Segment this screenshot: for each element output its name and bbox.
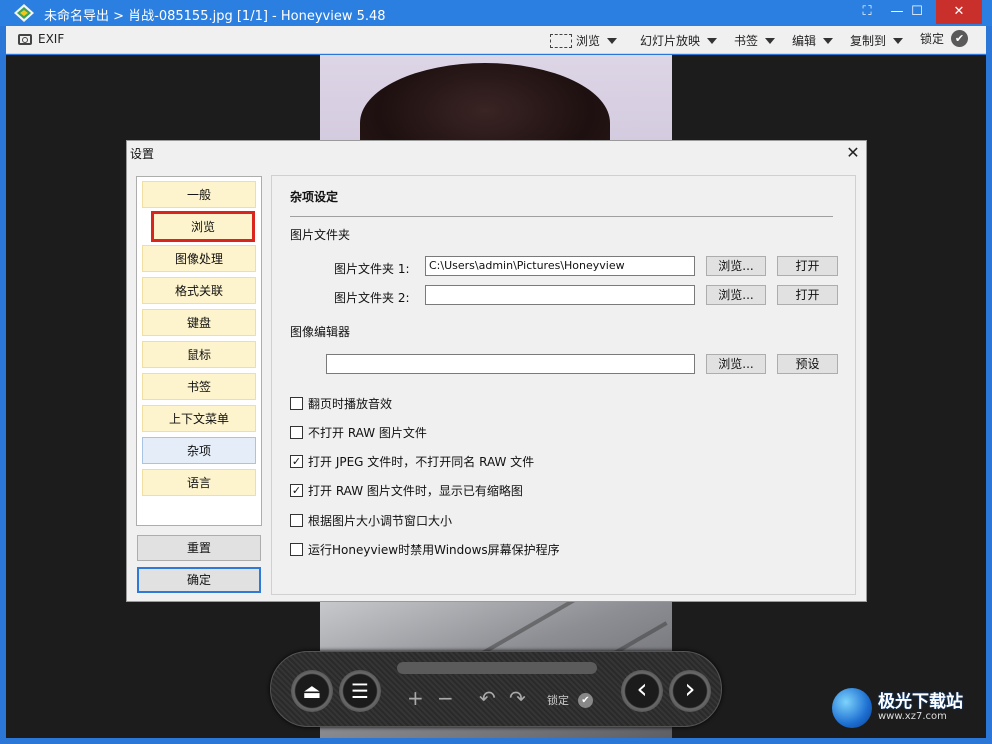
folders-group-label: 图片文件夹 [290, 228, 351, 242]
nav-misc[interactable]: 杂项 [142, 437, 256, 464]
rotate-left-icon[interactable]: ↶ [479, 688, 496, 708]
checkbox[interactable] [290, 397, 303, 410]
edit-menu[interactable]: 编辑 [792, 32, 834, 49]
nav-context-menu[interactable]: 上下文菜单 [142, 405, 256, 432]
nav-mouse[interactable]: 鼠标 [142, 341, 256, 368]
control-lock-label: 锁定 [547, 694, 569, 707]
checkbox[interactable] [290, 426, 303, 439]
nav-language[interactable]: 语言 [142, 469, 256, 496]
settings-nav: 一般 浏览 图像处理 格式关联 键盘 鼠标 书签 上下文菜单 杂项 语言 [136, 176, 262, 526]
control-lock-toggle[interactable]: 锁定 ✔ [547, 692, 593, 708]
chevron-down-icon [765, 37, 776, 44]
maximize-button[interactable]: ☐ [900, 0, 934, 24]
slideshow-menu-label: 幻灯片放映 [640, 34, 701, 48]
lock-toggle[interactable]: 锁定 ✔ [920, 30, 969, 47]
dialog-close-button[interactable]: ✕ [843, 143, 863, 163]
option-label: 运行Honeyview时禁用Windows屏幕保护程序 [308, 543, 560, 557]
folder1-label: 图片文件夹 1: [334, 262, 410, 276]
zoom-in-icon[interactable]: + [407, 688, 424, 708]
checkbox-checked[interactable]: ✓ [290, 484, 303, 497]
checkbox-checked[interactable]: ✓ [290, 455, 303, 468]
dialog-title: 设置 [130, 147, 155, 161]
exif-button[interactable]: EXIF [18, 32, 64, 46]
menu-icon[interactable]: ☰ [339, 670, 381, 712]
rotate-right-icon[interactable]: ↷ [509, 688, 526, 708]
chevron-down-icon [607, 37, 618, 44]
divider [290, 216, 833, 217]
fullscreen-button[interactable]: ⛶ [850, 0, 884, 24]
checkbox[interactable] [290, 514, 303, 527]
check-icon: ✔ [951, 30, 969, 47]
option-raw-thumbnail[interactable]: ✓ 打开 RAW 图片文件时，显示已有缩略图 [290, 482, 523, 499]
watermark-logo-icon [832, 688, 872, 728]
camera-icon [18, 33, 32, 45]
lock-label: 锁定 [920, 32, 945, 46]
watermark-url: www.xz7.com [878, 711, 947, 722]
nav-general[interactable]: 一般 [142, 181, 256, 208]
position-slider[interactable] [397, 662, 597, 674]
folder1-input[interactable]: C:\Users\admin\Pictures\Honeyview [425, 256, 695, 276]
ok-button[interactable]: 确定 [137, 567, 261, 593]
next-icon[interactable]: › [669, 670, 711, 712]
folder2-open-button[interactable]: 打开 [777, 285, 838, 305]
folder1-open-button[interactable]: 打开 [777, 256, 838, 276]
exif-label: EXIF [38, 32, 65, 46]
eject-icon[interactable]: ⏏ [291, 670, 333, 712]
nav-browse[interactable]: 浏览 [151, 211, 255, 242]
folder2-input[interactable] [425, 285, 695, 305]
nav-image-processing[interactable]: 图像处理 [142, 245, 256, 272]
editor-preset-button[interactable]: 预设 [777, 354, 838, 374]
folder2-label: 图片文件夹 2: [334, 291, 410, 305]
nav-bookmark[interactable]: 书签 [142, 373, 256, 400]
option-disable-screensaver[interactable]: 运行Honeyview时禁用Windows屏幕保护程序 [290, 541, 560, 558]
nav-keyboard[interactable]: 键盘 [142, 309, 256, 336]
option-label: 不打开 RAW 图片文件 [308, 426, 427, 440]
chevron-down-icon [707, 37, 718, 44]
settings-content: 杂项设定 图片文件夹 图片文件夹 1: C:\Users\admin\Pictu… [271, 175, 856, 595]
option-resize-window[interactable]: 根据图片大小调节窗口大小 [290, 512, 452, 529]
copy-to-menu-label: 复制到 [850, 34, 887, 48]
browse-icon [550, 33, 572, 48]
section-title: 杂项设定 [290, 190, 339, 204]
option-no-raw[interactable]: 不打开 RAW 图片文件 [290, 424, 427, 441]
edit-menu-label: 编辑 [792, 34, 817, 48]
browse-menu[interactable]: 浏览 [550, 32, 618, 49]
watermark: 极光下载站 www.xz7.com [832, 688, 963, 728]
chevron-down-icon [823, 37, 834, 44]
checkbox[interactable] [290, 543, 303, 556]
option-jpeg-skip-raw[interactable]: ✓ 打开 JPEG 文件时，不打开同名 RAW 文件 [290, 453, 534, 470]
option-label: 翻页时播放音效 [308, 397, 393, 411]
option-label: 根据图片大小调节窗口大小 [308, 514, 453, 528]
bookmark-menu[interactable]: 书签 [734, 32, 776, 49]
folder2-browse-button[interactable]: 浏览... [706, 285, 766, 305]
bookmark-menu-label: 书签 [734, 34, 759, 48]
editor-input[interactable] [326, 354, 695, 374]
editor-group-label: 图像编辑器 [290, 325, 351, 339]
toolbar: EXIF 浏览 幻灯片放映 书签 编辑 复制到 锁定 ✔ [6, 26, 986, 54]
title-bar: 未命名导出 > 肖战-085155.jpg [1/1] - Honeyview … [0, 0, 992, 26]
zoom-out-icon[interactable]: − [437, 688, 454, 708]
slideshow-menu[interactable]: 幻灯片放映 [640, 32, 718, 49]
photo-top-portion [320, 55, 672, 183]
browse-menu-label: 浏览 [576, 34, 601, 48]
honeyview-logo-icon [14, 4, 34, 22]
settings-dialog: 设置 ✕ 一般 浏览 图像处理 格式关联 键盘 鼠标 书签 上下文菜单 杂项 语… [126, 140, 867, 602]
control-bar: ⏏ ☰ + − ↶ ↷ 锁定 ✔ ‹ › [270, 651, 722, 727]
option-page-sound[interactable]: 翻页时播放音效 [290, 395, 392, 412]
close-button[interactable]: ✕ [936, 0, 982, 24]
reset-button[interactable]: 重置 [137, 535, 261, 561]
watermark-name: 极光下载站 [878, 692, 963, 712]
app-window: 未命名导出 > 肖战-085155.jpg [1/1] - Honeyview … [0, 0, 992, 744]
nav-file-association[interactable]: 格式关联 [142, 277, 256, 304]
previous-icon[interactable]: ‹ [621, 670, 663, 712]
option-label: 打开 RAW 图片文件时，显示已有缩略图 [308, 484, 523, 498]
check-icon: ✔ [578, 692, 593, 708]
option-label: 打开 JPEG 文件时，不打开同名 RAW 文件 [308, 455, 535, 469]
window-title: 未命名导出 > 肖战-085155.jpg [1/1] - Honeyview … [44, 9, 386, 24]
copy-to-menu[interactable]: 复制到 [850, 32, 904, 49]
editor-browse-button[interactable]: 浏览... [706, 354, 766, 374]
chevron-down-icon [893, 37, 904, 44]
folder1-browse-button[interactable]: 浏览... [706, 256, 766, 276]
